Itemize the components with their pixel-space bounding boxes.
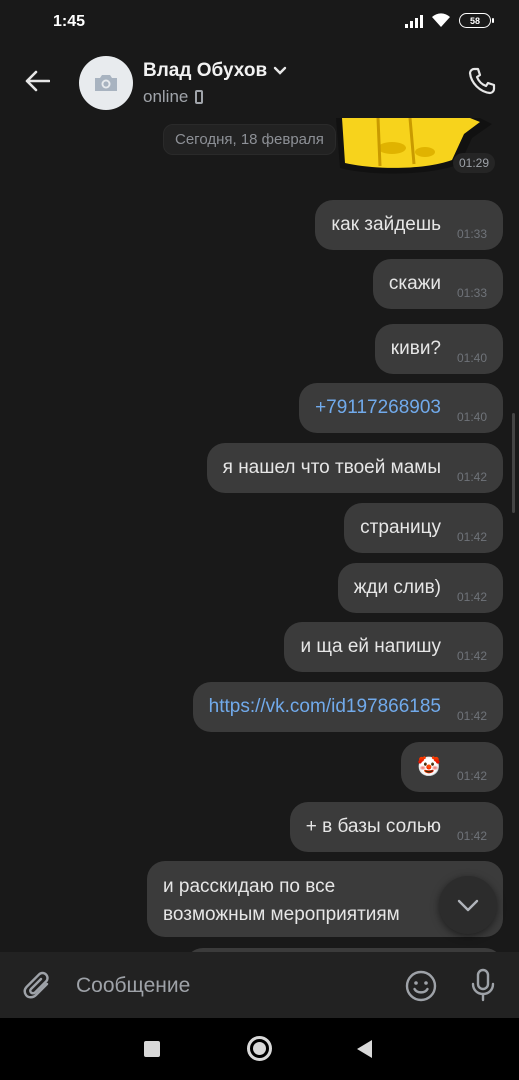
message-bubble[interactable]: 🤡 01:42 xyxy=(401,742,503,792)
contact-name-text: Влад Обухов xyxy=(143,60,268,81)
message-composer xyxy=(0,952,519,1018)
message-text: и ща ей напишу xyxy=(300,636,441,657)
wifi-icon xyxy=(432,13,450,27)
contact-status: online xyxy=(143,87,204,107)
camera-icon xyxy=(95,75,117,91)
clown-emoji: 🤡 xyxy=(417,757,441,778)
system-nav-bar xyxy=(0,1018,519,1080)
message-time: 01:40 xyxy=(456,351,487,365)
message-time: 01:42 xyxy=(456,649,487,663)
message-input[interactable] xyxy=(76,964,386,1008)
message-text: я нашел что твоей мамы xyxy=(222,457,441,478)
message-bubble[interactable]: страницу 01:42 xyxy=(344,503,503,553)
message-bubble[interactable]: https://vk.com/id197866185 01:42 xyxy=(192,682,503,732)
status-bar: 1:45 58 xyxy=(0,0,519,46)
chevron-down-icon xyxy=(457,899,479,911)
call-button[interactable] xyxy=(465,64,499,98)
status-text: online xyxy=(143,87,189,106)
message-time: 01:42 xyxy=(456,769,487,783)
message-text: киви? xyxy=(390,338,441,359)
date-divider: Сегодня, 18 февраля xyxy=(163,124,336,155)
phone-icon xyxy=(468,67,496,95)
attach-button[interactable] xyxy=(20,968,56,1004)
message-time: 01:42 xyxy=(456,709,487,723)
message-list[interactable]: 01:29 Сегодня, 18 февраля как зайдешь 01… xyxy=(0,118,519,952)
message-time: 01:42 xyxy=(456,590,487,604)
message-bubble[interactable]: скажи 01:33 xyxy=(372,259,503,309)
arrow-left-icon xyxy=(25,70,50,92)
url-link[interactable]: https://vk.com/id197866185 xyxy=(209,696,441,718)
emoji-button[interactable] xyxy=(403,968,439,1004)
message-text: как зайдешь xyxy=(331,214,441,235)
contact-name[interactable]: Влад Обухов xyxy=(143,60,287,82)
message-time: 01:40 xyxy=(456,410,487,424)
chevron-down-icon xyxy=(273,66,287,75)
signal-icon xyxy=(405,14,423,28)
message-bubble[interactable]: жди слив) 01:42 xyxy=(337,563,503,613)
recents-button[interactable] xyxy=(144,1041,160,1057)
message-text: жди слив) xyxy=(353,577,441,598)
message-text: + в базы солью xyxy=(305,816,441,837)
battery-icon: 58 xyxy=(459,13,494,28)
message-bubble[interactable]: + в базы солью 01:42 xyxy=(289,802,503,852)
microphone-icon xyxy=(471,968,495,1002)
back-button[interactable] xyxy=(20,64,54,98)
message-bubble[interactable]: и ща ей напишу 01:42 xyxy=(284,622,503,672)
sticker-time: 01:29 xyxy=(453,153,496,173)
message-bubble[interactable]: как зайдешь 01:33 xyxy=(315,200,503,250)
home-button[interactable] xyxy=(247,1036,272,1061)
smile-icon xyxy=(405,970,437,1002)
chat-header: Влад Обухов online xyxy=(0,46,519,118)
mic-button[interactable] xyxy=(465,966,501,1004)
message-bubble[interactable]: киви? 01:40 xyxy=(374,324,503,374)
scrollbar[interactable] xyxy=(512,413,515,513)
message-time: 01:33 xyxy=(456,227,487,241)
message-time: 01:42 xyxy=(456,530,487,544)
message-text: и расскидаю по все возможным мероприятия… xyxy=(163,876,400,925)
paperclip-icon xyxy=(23,971,49,999)
avatar[interactable] xyxy=(79,56,133,110)
status-icons: 58 xyxy=(405,13,494,28)
mobile-device-icon xyxy=(195,90,204,104)
message-text: скажи xyxy=(388,273,441,294)
message-time: 01:42 xyxy=(456,470,487,484)
message-text: страницу xyxy=(360,517,441,538)
message-time: 01:42 xyxy=(456,829,487,843)
message-bubble[interactable]: я нашел что твоей мамы 01:42 xyxy=(206,443,503,493)
scroll-down-button[interactable] xyxy=(439,876,497,934)
phone-number-link[interactable]: +79117268903 xyxy=(315,397,441,419)
message-time: 01:33 xyxy=(456,286,487,300)
system-back-button[interactable] xyxy=(357,1040,372,1058)
status-time: 1:45 xyxy=(53,13,86,30)
message-bubble[interactable]: +79117268903 01:40 xyxy=(299,383,503,433)
